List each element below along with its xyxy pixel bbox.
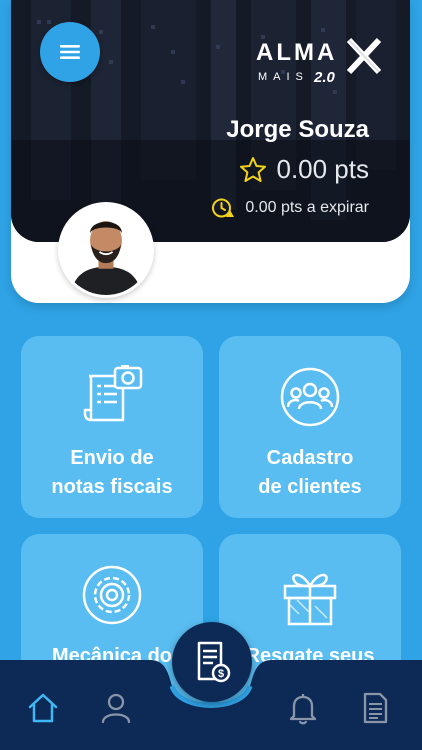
nav-profile[interactable]	[96, 688, 136, 728]
expiring-points-row: 0.00 pts a expirar	[211, 196, 369, 220]
tile-customer-registration[interactable]: Cadastro de clientes	[219, 336, 401, 518]
home-icon	[28, 693, 58, 723]
nav-notifications[interactable]	[283, 688, 323, 728]
center-action-button[interactable]: $	[172, 622, 252, 702]
app-screen: ALMA MAIS 2.0 Jorge Souza 0.00 pts 0.00 …	[0, 0, 422, 750]
clock-alert-icon	[212, 198, 235, 218]
svg-text:2.0: 2.0	[313, 69, 336, 86]
tile-label: Envio de notas fiscais	[21, 444, 203, 502]
tile-label-line-2: de clientes	[258, 476, 362, 498]
svg-text:MAIS: MAIS	[258, 71, 309, 83]
gear-icon	[82, 565, 142, 625]
receipt-camera-icon	[83, 365, 143, 422]
svg-text:$: $	[218, 668, 224, 680]
document-icon	[363, 692, 388, 724]
gift-icon	[283, 573, 337, 626]
svg-text:ALMA: ALMA	[256, 39, 337, 66]
user-icon	[101, 693, 131, 724]
points-value: 0.00 pts	[276, 154, 369, 184]
tile-label-line-1: Envio de	[70, 447, 154, 469]
points-row: 0.00 pts	[238, 154, 369, 185]
tile-label-line-1: Cadastro	[266, 447, 354, 469]
invoice-money-icon: $	[197, 641, 231, 683]
tile-label: Cadastro de clientes	[219, 444, 401, 502]
tile-label-line-2: notas fiscais	[51, 476, 173, 498]
nav-home[interactable]	[23, 688, 63, 728]
bell-icon	[289, 694, 317, 725]
nav-documents[interactable]	[355, 688, 395, 728]
menu-button[interactable]	[40, 22, 100, 82]
almax-logo: ALMA MAIS 2.0	[256, 37, 382, 86]
users-group-icon	[280, 367, 340, 427]
user-name: Jorge Souza	[226, 116, 369, 143]
menu-icon	[60, 45, 80, 59]
tile-send-invoices[interactable]: Envio de notas fiscais	[21, 336, 203, 518]
avatar[interactable]	[58, 202, 154, 298]
star-icon	[240, 156, 267, 182]
expiring-points-text: 0.00 pts a expirar	[245, 199, 369, 216]
user-photo	[61, 205, 151, 295]
